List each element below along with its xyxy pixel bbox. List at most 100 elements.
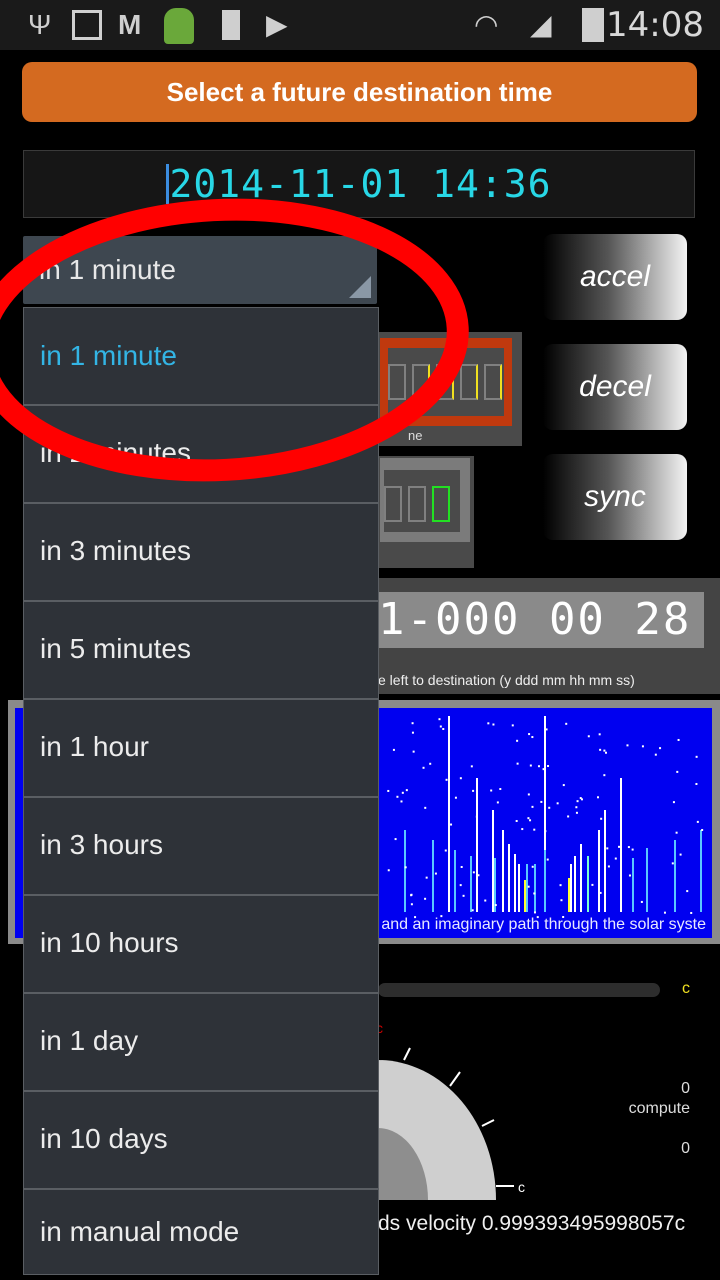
star bbox=[663, 911, 666, 914]
star bbox=[565, 722, 568, 725]
star bbox=[545, 728, 548, 731]
decel-button[interactable]: decel bbox=[543, 344, 687, 430]
compute-value-top: 0 bbox=[681, 1080, 690, 1097]
star bbox=[411, 722, 414, 725]
star bbox=[422, 766, 425, 769]
star bbox=[462, 894, 465, 897]
select-destination-button[interactable]: Select a future destination time bbox=[22, 62, 697, 122]
star bbox=[527, 817, 530, 820]
star bbox=[603, 774, 606, 777]
star bbox=[659, 747, 662, 750]
velocity-progress-bar[interactable] bbox=[378, 983, 660, 997]
star bbox=[410, 903, 413, 906]
star bbox=[515, 819, 518, 822]
star bbox=[606, 847, 609, 850]
velocity-bar-unit: c bbox=[682, 980, 690, 997]
signal-icon: ◢ bbox=[530, 9, 552, 40]
star bbox=[454, 796, 457, 799]
star bbox=[547, 765, 550, 768]
compute-button[interactable]: compute bbox=[600, 1100, 690, 1118]
clock: 14:08 bbox=[606, 5, 704, 45]
compute-value-bottom: 0 bbox=[681, 1140, 690, 1157]
dropdown-option[interactable]: in 1 hour bbox=[24, 698, 378, 794]
segment-display-label: ne bbox=[408, 428, 423, 443]
sync-button[interactable]: sync bbox=[543, 454, 687, 540]
countdown-caption: e left to destination (y ddd mm hh mm ss… bbox=[378, 672, 635, 688]
star bbox=[567, 815, 570, 818]
star bbox=[575, 806, 578, 809]
star bbox=[603, 749, 606, 752]
star bbox=[404, 866, 407, 869]
image-icon bbox=[72, 10, 102, 40]
star bbox=[671, 862, 674, 865]
star bbox=[533, 892, 536, 895]
star bbox=[516, 762, 519, 765]
star bbox=[701, 828, 704, 831]
star bbox=[444, 849, 447, 852]
star bbox=[591, 883, 594, 886]
star bbox=[597, 796, 600, 799]
star bbox=[511, 724, 514, 727]
star bbox=[490, 789, 493, 792]
star bbox=[640, 900, 643, 903]
dropdown-option[interactable]: in 10 days bbox=[24, 1090, 378, 1186]
star bbox=[548, 806, 551, 809]
star bbox=[677, 738, 680, 741]
star bbox=[396, 795, 399, 798]
countdown-display: 1-000 00 28 42 bbox=[378, 592, 704, 648]
star bbox=[460, 865, 463, 868]
dropdown-option[interactable]: in 5 minutes bbox=[24, 600, 378, 696]
dropdown-option[interactable]: in 3 minutes bbox=[24, 502, 378, 598]
star bbox=[540, 800, 543, 803]
star bbox=[521, 828, 524, 831]
star bbox=[533, 828, 536, 831]
star bbox=[695, 755, 698, 758]
star bbox=[607, 865, 610, 868]
star bbox=[676, 770, 679, 773]
star bbox=[628, 874, 631, 877]
star bbox=[412, 750, 415, 753]
star bbox=[487, 722, 490, 725]
star bbox=[533, 911, 536, 914]
star bbox=[618, 845, 621, 848]
gauge-tick bbox=[403, 1047, 411, 1061]
dropdown-option[interactable]: in manual mode bbox=[24, 1188, 378, 1274]
star bbox=[392, 748, 395, 751]
dropdown-option[interactable]: in 3 hours bbox=[24, 796, 378, 892]
spinner-dropdown-list[interactable]: in 1 minute in 2 minutes in 3 minutes in… bbox=[23, 307, 379, 1275]
play-store-icon: ▶ bbox=[266, 9, 288, 40]
star bbox=[387, 789, 390, 792]
star bbox=[672, 801, 675, 804]
star bbox=[531, 805, 534, 808]
star bbox=[434, 872, 437, 875]
countdown-panel: 1-000 00 28 42 e left to destination (y … bbox=[378, 578, 720, 694]
dropdown-option[interactable]: in 1 day bbox=[24, 992, 378, 1088]
segment-display-green bbox=[378, 456, 474, 568]
star bbox=[537, 765, 540, 768]
star bbox=[400, 800, 403, 803]
dropdown-option[interactable]: in 10 hours bbox=[24, 894, 378, 990]
accel-button[interactable]: accel bbox=[543, 234, 687, 320]
star bbox=[599, 891, 602, 894]
destination-datetime-field[interactable]: 2014-11-01 14:36 bbox=[23, 150, 695, 218]
gauge-tick bbox=[449, 1071, 461, 1087]
star bbox=[599, 748, 602, 751]
dropdown-option[interactable]: in 2 minutes bbox=[24, 404, 378, 500]
star bbox=[442, 728, 445, 731]
battery-icon bbox=[582, 8, 604, 42]
star bbox=[472, 789, 475, 792]
star bbox=[631, 848, 634, 851]
dropdown-option[interactable]: in 1 minute bbox=[24, 308, 378, 404]
star bbox=[496, 801, 499, 804]
star bbox=[696, 820, 699, 823]
star bbox=[477, 874, 480, 877]
star bbox=[562, 784, 565, 787]
star bbox=[627, 846, 630, 849]
status-bar: Ψ M ▶ ◠ ◢ 14:08 bbox=[0, 0, 720, 50]
star bbox=[445, 778, 448, 781]
segment-digit bbox=[388, 364, 406, 400]
time-offset-spinner[interactable]: in 1 minute bbox=[23, 236, 377, 304]
star bbox=[527, 885, 530, 888]
star bbox=[411, 731, 414, 734]
spinner-selected-value: in 1 minute bbox=[39, 254, 176, 285]
